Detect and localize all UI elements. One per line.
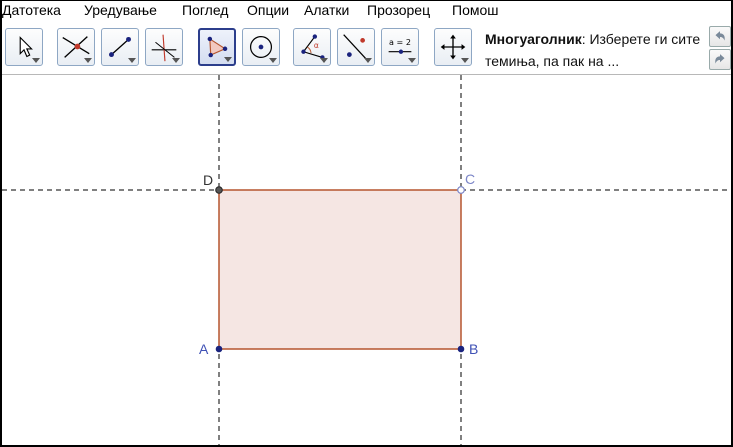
- slider-tool-button[interactable]: a = 2: [381, 28, 419, 66]
- menu-view[interactable]: Поглед: [182, 1, 228, 19]
- dropdown-indicator: [128, 58, 136, 63]
- reflect-tool-button[interactable]: [337, 28, 375, 66]
- dropdown-indicator: [461, 58, 469, 63]
- toolbar: α a = 2 Многуаголник: Изберете ги сите т…: [2, 20, 731, 75]
- polygon-abcd[interactable]: [218, 189, 462, 350]
- dropdown-indicator: [224, 57, 232, 62]
- menu-help[interactable]: Помош: [452, 1, 499, 19]
- line-tool-button[interactable]: [101, 28, 139, 66]
- menu-options[interactable]: Опции: [247, 1, 289, 19]
- menu-file[interactable]: Датотека: [2, 1, 61, 19]
- dropdown-indicator: [269, 58, 277, 63]
- polygon-tool-button[interactable]: [198, 28, 236, 66]
- dropdown-indicator: [84, 58, 92, 63]
- tool-help-text: Многуаголник: Изберете ги сите темиња, п…: [485, 28, 703, 72]
- point-a-label: A: [199, 341, 209, 357]
- menu-tools[interactable]: Алатки: [304, 1, 349, 19]
- redo-icon: [715, 54, 725, 64]
- menu-edit[interactable]: Уредување: [84, 1, 157, 19]
- window-frame: Датотека Уредување Поглед Опции Алатки П…: [0, 0, 733, 447]
- circle-tool-button[interactable]: [242, 28, 280, 66]
- point-b-label: B: [469, 341, 478, 357]
- dropdown-indicator: [32, 58, 40, 63]
- dropdown-indicator: [320, 58, 328, 63]
- perpendicular-tool-button[interactable]: [145, 28, 183, 66]
- point-b[interactable]: [457, 345, 465, 353]
- svg-text:α: α: [314, 41, 319, 50]
- point-d-label: D: [203, 172, 213, 188]
- undo-icon: [715, 31, 725, 41]
- point-a[interactable]: [215, 345, 223, 353]
- dropdown-indicator: [172, 58, 180, 63]
- tool-help-title: Многуаголник: [485, 31, 582, 47]
- dropdown-indicator: [364, 58, 372, 63]
- point-tool-button[interactable]: [57, 28, 95, 66]
- slider-icon-label: a = 2: [389, 38, 411, 47]
- redo-button[interactable]: [709, 49, 731, 70]
- menu-window[interactable]: Прозорец: [367, 1, 430, 19]
- undo-button[interactable]: [709, 26, 731, 47]
- geogebra-window: Датотека Уредување Поглед Опции Алатки П…: [2, 1, 731, 445]
- move-view-tool-button[interactable]: [434, 28, 472, 66]
- point-c-label: C: [465, 171, 475, 187]
- point-c[interactable]: [457, 186, 465, 194]
- graphics-view[interactable]: A B C D: [2, 75, 731, 445]
- dropdown-indicator: [408, 58, 416, 63]
- move-tool-button[interactable]: [5, 28, 43, 66]
- menu-bar: Датотека Уредување Поглед Опции Алатки П…: [2, 1, 731, 19]
- point-d[interactable]: [215, 186, 223, 194]
- angle-tool-button[interactable]: α: [293, 28, 331, 66]
